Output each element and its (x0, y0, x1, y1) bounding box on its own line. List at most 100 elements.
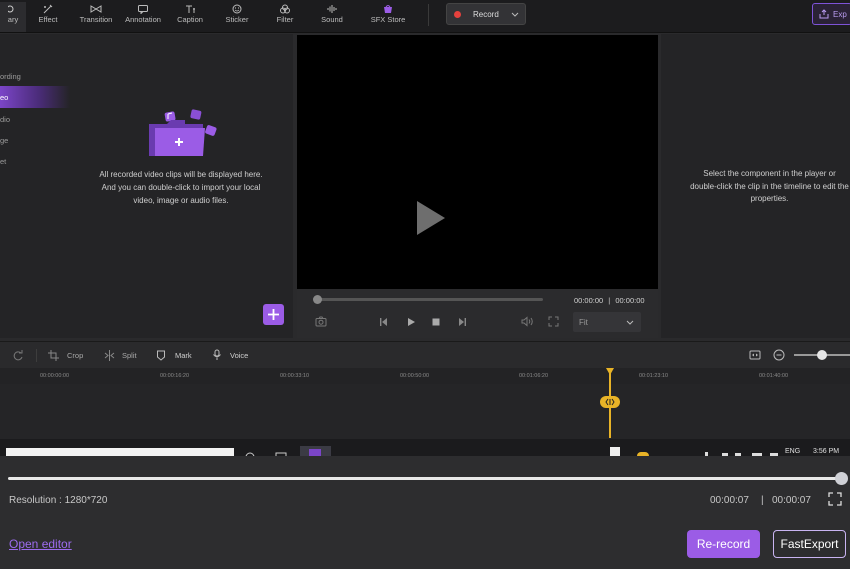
record-button[interactable]: Record (446, 3, 526, 25)
plus-icon (268, 309, 279, 320)
tab-sound[interactable]: Sound (316, 2, 348, 32)
total-time: 00:00:00 (615, 296, 645, 305)
crop-view-icon[interactable] (548, 316, 559, 327)
sound-icon (327, 5, 337, 13)
split-icon[interactable] (104, 350, 115, 361)
export-button[interactable]: Exp (812, 3, 850, 25)
split-label[interactable]: Split (122, 351, 137, 360)
play-overlay-icon[interactable] (414, 199, 448, 237)
library-empty-message: All recorded video clips will be display… (99, 170, 263, 205)
ruler-tick: 00:00:16:20 (160, 373, 190, 379)
open-editor-link[interactable]: Open editor (9, 537, 72, 551)
prev-frame-icon[interactable] (379, 317, 389, 327)
sidebar-item-label: dio (0, 115, 11, 124)
chevron-down-icon[interactable] (510, 8, 520, 20)
properties-empty-message: Select the component in the player or do… (690, 169, 849, 203)
sidebar-item-label: ording (0, 72, 21, 81)
tab-label: ary (7, 15, 19, 24)
tab-label: Filter (276, 15, 294, 24)
tab-sfx-store[interactable]: SFX Store (368, 2, 408, 32)
taskbar-language[interactable]: ENG (785, 448, 800, 455)
time-separator: | (608, 296, 611, 305)
player-progress-knob[interactable] (313, 295, 322, 304)
tab-label: Sticker (225, 15, 249, 24)
tab-sticker[interactable]: Sticker (220, 2, 254, 32)
app-icon (309, 449, 321, 456)
toolbar-divider (428, 4, 429, 26)
chevron-down-icon (626, 320, 634, 325)
playback-progress-knob[interactable] (834, 472, 848, 485)
taskbar-clock[interactable]: 3:56 PM (813, 448, 839, 455)
ruler-tick: 00:00:00:00 (40, 373, 70, 379)
taskbar-app-active[interactable] (300, 446, 331, 456)
tab-label: Annotation (125, 15, 161, 24)
redo-icon[interactable] (13, 350, 24, 361)
time-separator: | (761, 495, 764, 506)
snapshot-icon[interactable] (315, 316, 327, 327)
player-progress-track[interactable] (315, 298, 543, 301)
timeline-ruler[interactable]: 00:00:00:00 00:00:16:20 00:00:33:10 00:0… (0, 368, 850, 384)
filter-icon (280, 4, 290, 14)
split-handle-icon (605, 398, 615, 406)
ruler-tick: 00:00:33:10 (280, 373, 310, 379)
timeline-tracks[interactable] (0, 384, 850, 439)
sidebar-item-label: ge (0, 136, 9, 145)
duration-time: 00:00:07 (772, 495, 811, 506)
fit-select[interactable]: Fit (573, 312, 641, 332)
timeline-toolbar: Crop Split Mark Voice (0, 341, 850, 368)
sidebar-item-preset[interactable]: et (0, 157, 6, 166)
voice-label[interactable]: Voice (230, 351, 248, 360)
record-label: Record (473, 10, 499, 19)
sidebar-item-video[interactable]: eo (0, 86, 70, 108)
export-icon (819, 9, 829, 19)
ruler-tick: 00:01:06:20 (519, 373, 549, 379)
tab-label: Sound (321, 15, 343, 24)
volume-icon[interactable] (521, 316, 534, 327)
tab-effect[interactable]: Effect (30, 2, 66, 32)
current-time: 00:00:00 (574, 296, 604, 305)
sidebar-item-audio[interactable]: dio (0, 115, 10, 124)
annotation-icon (138, 5, 148, 14)
toolbar-divider (36, 349, 37, 362)
effect-icon (43, 4, 53, 14)
crop-label[interactable]: Crop (67, 351, 83, 360)
tab-caption[interactable]: Caption (172, 2, 208, 32)
add-media-button[interactable] (263, 304, 284, 325)
taskbar-tray-icon[interactable] (610, 447, 620, 456)
ruler-tick: 00:00:50:00 (400, 373, 430, 379)
tab-annotation[interactable]: Annotation (121, 2, 165, 32)
sidebar-item-image[interactable]: ge (0, 136, 8, 145)
crop-icon[interactable] (48, 350, 59, 361)
tab-label: Effect (38, 15, 58, 24)
mark-icon[interactable] (156, 350, 166, 361)
tab-transition[interactable]: Transition (76, 2, 116, 32)
import-folder-icon[interactable] (145, 104, 223, 160)
fit-timeline-icon[interactable] (749, 349, 761, 361)
tab-filter[interactable]: Filter (270, 2, 300, 32)
resolution-label: Resolution : 1280*720 (9, 495, 108, 506)
ruler-tick: 00:01:40:00 (759, 373, 789, 379)
mark-label[interactable]: Mark (175, 351, 192, 360)
fit-value: Fit (579, 318, 588, 327)
fastexport-button[interactable]: FastExport (773, 530, 846, 558)
play-icon[interactable] (406, 317, 416, 327)
fullscreen-icon[interactable] (828, 492, 842, 506)
tab-label: Caption (177, 15, 203, 24)
record-dot-icon (454, 11, 461, 18)
playhead-handle[interactable] (600, 396, 620, 408)
zoom-out-icon[interactable] (773, 349, 785, 361)
tab-library[interactable]: ary (0, 2, 26, 32)
stop-icon[interactable] (431, 317, 441, 327)
video-preview[interactable] (297, 35, 658, 289)
sidebar-item-recording[interactable]: ording (0, 72, 21, 81)
microphone-icon[interactable] (212, 349, 222, 361)
rerecord-button[interactable]: Re-record (687, 530, 760, 558)
store-icon (384, 5, 392, 13)
sidebar-item-label: et (0, 157, 7, 166)
next-frame-icon[interactable] (457, 317, 467, 327)
tab-label: Transition (79, 15, 113, 24)
sidebar-item-label: eo (0, 93, 9, 102)
zoom-slider-knob[interactable] (817, 350, 827, 360)
playback-progress-track[interactable] (8, 477, 841, 480)
ruler-tick: 00:01:23:10 (639, 373, 669, 379)
